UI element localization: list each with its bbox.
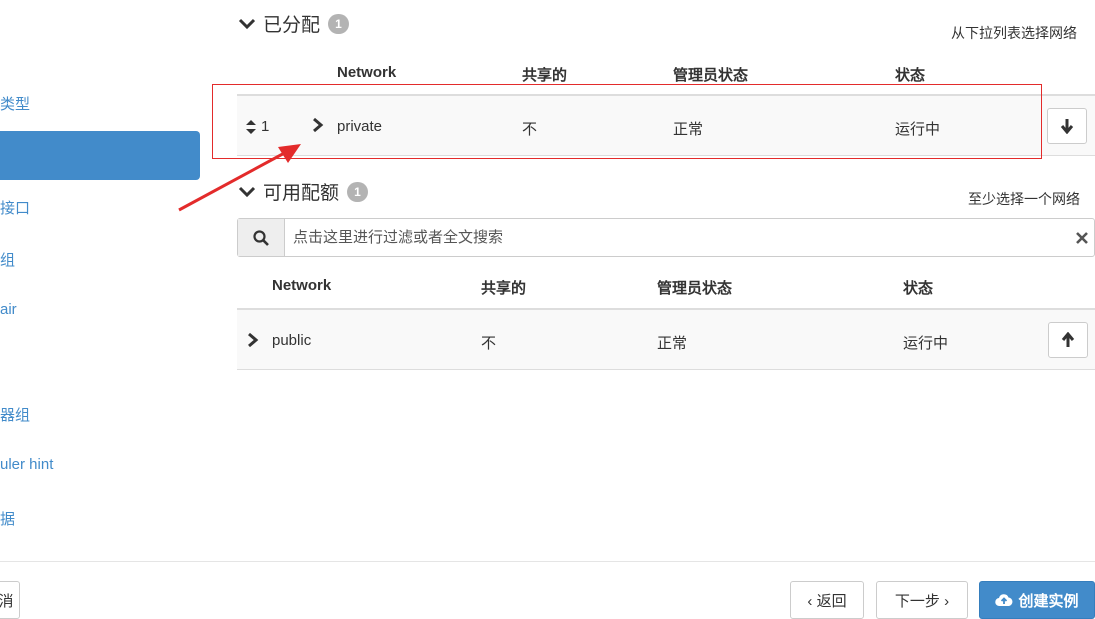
deallocate-button[interactable] xyxy=(1047,108,1087,144)
sidebar-item-flavor[interactable]: 类型 xyxy=(0,93,30,114)
search-bar xyxy=(237,218,1095,257)
highlight-annotation xyxy=(212,84,1042,159)
row-shared: 不 xyxy=(481,335,497,352)
available-table-row[interactable]: public 不 正常 运行中 xyxy=(237,308,1095,370)
sidebar-item-networks-active[interactable] xyxy=(0,131,200,180)
sidebar-item-scheduler-hints[interactable]: uler hint xyxy=(0,456,53,473)
available-col-status[interactable]: 状态 xyxy=(903,277,933,298)
allocated-count-badge: 1 xyxy=(328,13,350,34)
chevron-right-icon[interactable] xyxy=(247,332,259,348)
allocated-title: 已分配 xyxy=(263,15,321,36)
available-section-header[interactable]: 可用配额 1 xyxy=(237,178,369,205)
available-title: 可用配额 xyxy=(263,183,340,204)
allocated-section-header[interactable]: 已分配 1 xyxy=(237,10,350,37)
sidebar-item-key-pair[interactable]: air xyxy=(0,301,17,318)
sidebar-item-server-groups[interactable]: 器组 xyxy=(0,404,30,425)
arrow-up-icon xyxy=(1061,332,1075,347)
arrow-down-icon xyxy=(1060,119,1074,134)
search-addon xyxy=(238,219,285,256)
cancel-button[interactable]: 消 xyxy=(0,581,20,619)
allocated-col-admin-state[interactable]: 管理员状态 xyxy=(673,64,748,85)
sidebar-item-security-groups[interactable]: 组 xyxy=(0,249,15,270)
create-instance-label: 创建实例 xyxy=(1018,592,1079,610)
sidebar-item-metadata[interactable]: 据 xyxy=(0,508,15,529)
cancel-label: 消 xyxy=(0,592,14,610)
available-count-badge: 1 xyxy=(347,181,369,202)
chevron-down-icon xyxy=(238,18,256,29)
allocate-button[interactable] xyxy=(1048,322,1088,358)
cloud-upload-icon xyxy=(995,594,1013,607)
footer-divider xyxy=(0,561,1095,562)
sidebar-item-network-ports[interactable]: 接口 xyxy=(0,197,30,218)
row-admin-state: 正常 xyxy=(657,335,688,352)
available-col-admin-state[interactable]: 管理员状态 xyxy=(657,277,732,298)
row-network: public xyxy=(272,332,312,349)
allocated-col-shared[interactable]: 共享的 xyxy=(522,64,567,85)
chevron-down-icon xyxy=(238,186,256,197)
allocated-col-status[interactable]: 状态 xyxy=(895,64,925,85)
back-button[interactable]: ‹ 返回 xyxy=(790,581,864,619)
create-instance-button[interactable]: 创建实例 xyxy=(979,581,1095,619)
search-input[interactable] xyxy=(285,219,1065,256)
allocated-col-network[interactable]: Network xyxy=(337,64,396,81)
available-hint: 至少选择一个网络 xyxy=(968,191,1080,207)
clear-icon[interactable] xyxy=(1074,230,1090,246)
next-button[interactable]: 下一步 › xyxy=(876,581,968,619)
allocated-hint: 从下拉列表选择网络 xyxy=(951,25,1077,41)
row-status: 运行中 xyxy=(903,335,949,352)
available-col-shared[interactable]: 共享的 xyxy=(481,277,526,298)
search-icon xyxy=(253,229,269,246)
available-col-network[interactable]: Network xyxy=(272,277,331,294)
